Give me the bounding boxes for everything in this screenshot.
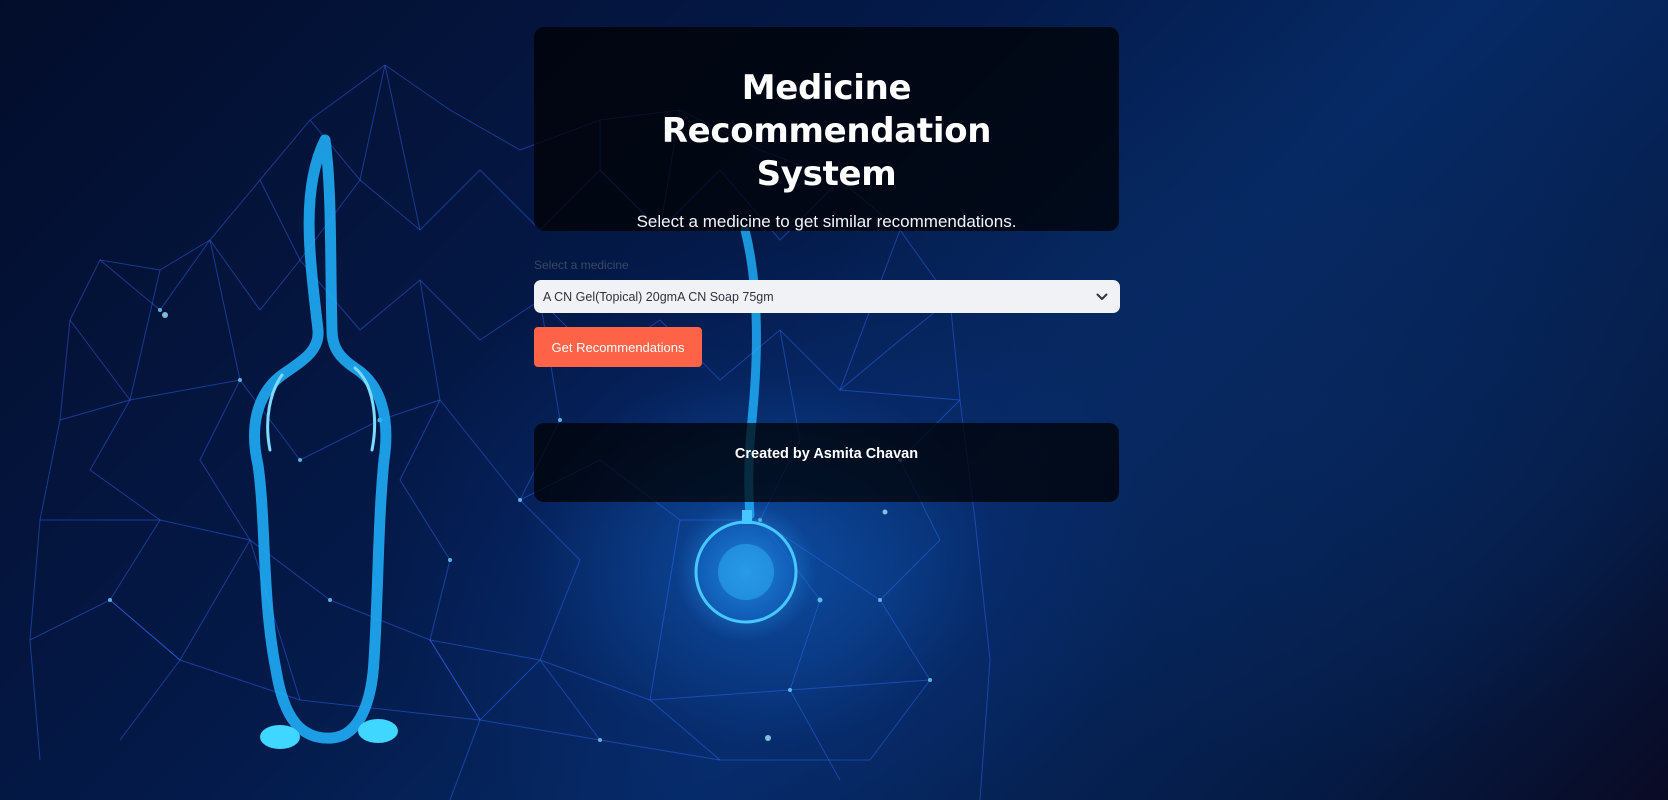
footer-card: Created by Asmita Chavan	[534, 423, 1119, 502]
stethoscope-chestpiece	[676, 502, 816, 642]
medicine-select-value: A CN Gel(Topical) 20gmA CN Soap 75gm	[543, 289, 774, 304]
header-card: Medicine Recommendation System Select a …	[534, 27, 1119, 231]
footer-credit: Created by Asmita Chavan	[734, 446, 919, 462]
medicine-select[interactable]: A CN Gel(Topical) 20gmA CN Soap 75gm	[534, 280, 1120, 313]
get-recommendations-button[interactable]: Get Recommendations	[534, 327, 702, 367]
page-title: Medicine Recommendation System	[661, 68, 992, 194]
page-subtitle: Select a medicine to get similar recomme…	[636, 212, 1017, 231]
chevron-down-icon[interactable]	[1096, 293, 1108, 301]
medicine-select-label: Select a medicine	[534, 258, 629, 272]
